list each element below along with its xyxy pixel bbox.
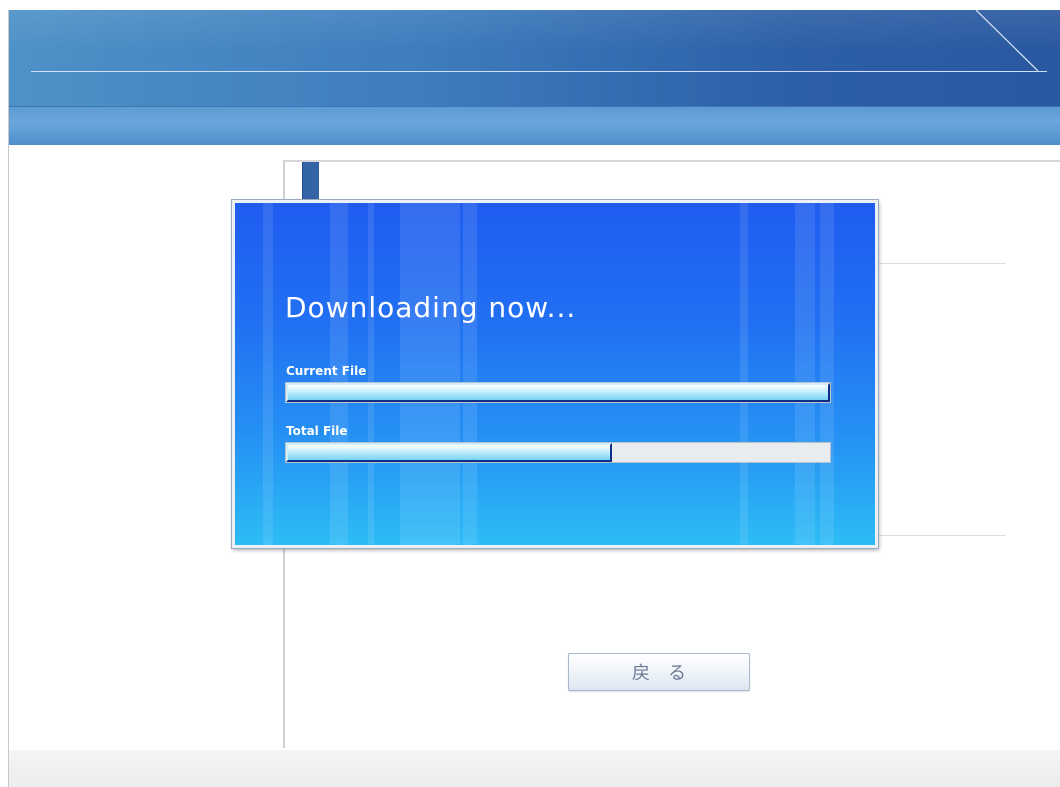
dialog-stripe xyxy=(795,203,815,545)
total-file-progress-bar xyxy=(285,442,831,463)
banner-corner-decoration xyxy=(976,10,1038,72)
dialog-title: Downloading now... xyxy=(285,291,577,324)
banner-divider-line xyxy=(31,71,1047,72)
dialog-stripe xyxy=(368,203,374,545)
panel-heading-accent xyxy=(302,162,319,202)
current-file-progress-bar xyxy=(285,382,831,403)
dialog-stripe xyxy=(820,203,834,545)
current-file-label: Current File xyxy=(286,364,367,378)
dialog-stripe xyxy=(400,203,460,545)
dialog-stripe xyxy=(263,203,273,545)
download-progress-dialog: Downloading now... Current File Total Fi… xyxy=(231,199,879,549)
footer-strip xyxy=(9,750,1060,787)
dialog-stripe xyxy=(463,203,477,545)
panel-divider-top xyxy=(876,263,1006,264)
back-button[interactable]: 戻る xyxy=(568,653,750,691)
current-file-progress-fill xyxy=(286,383,830,402)
header-sub-bar xyxy=(9,106,1060,145)
total-file-label: Total File xyxy=(286,424,348,438)
dialog-stripe xyxy=(740,203,748,545)
page-frame: 戻る Downloading now... Current File Total… xyxy=(0,0,1060,787)
panel-divider-bottom xyxy=(876,535,1006,536)
total-file-progress-fill xyxy=(286,443,613,462)
header-banner xyxy=(9,10,1060,106)
